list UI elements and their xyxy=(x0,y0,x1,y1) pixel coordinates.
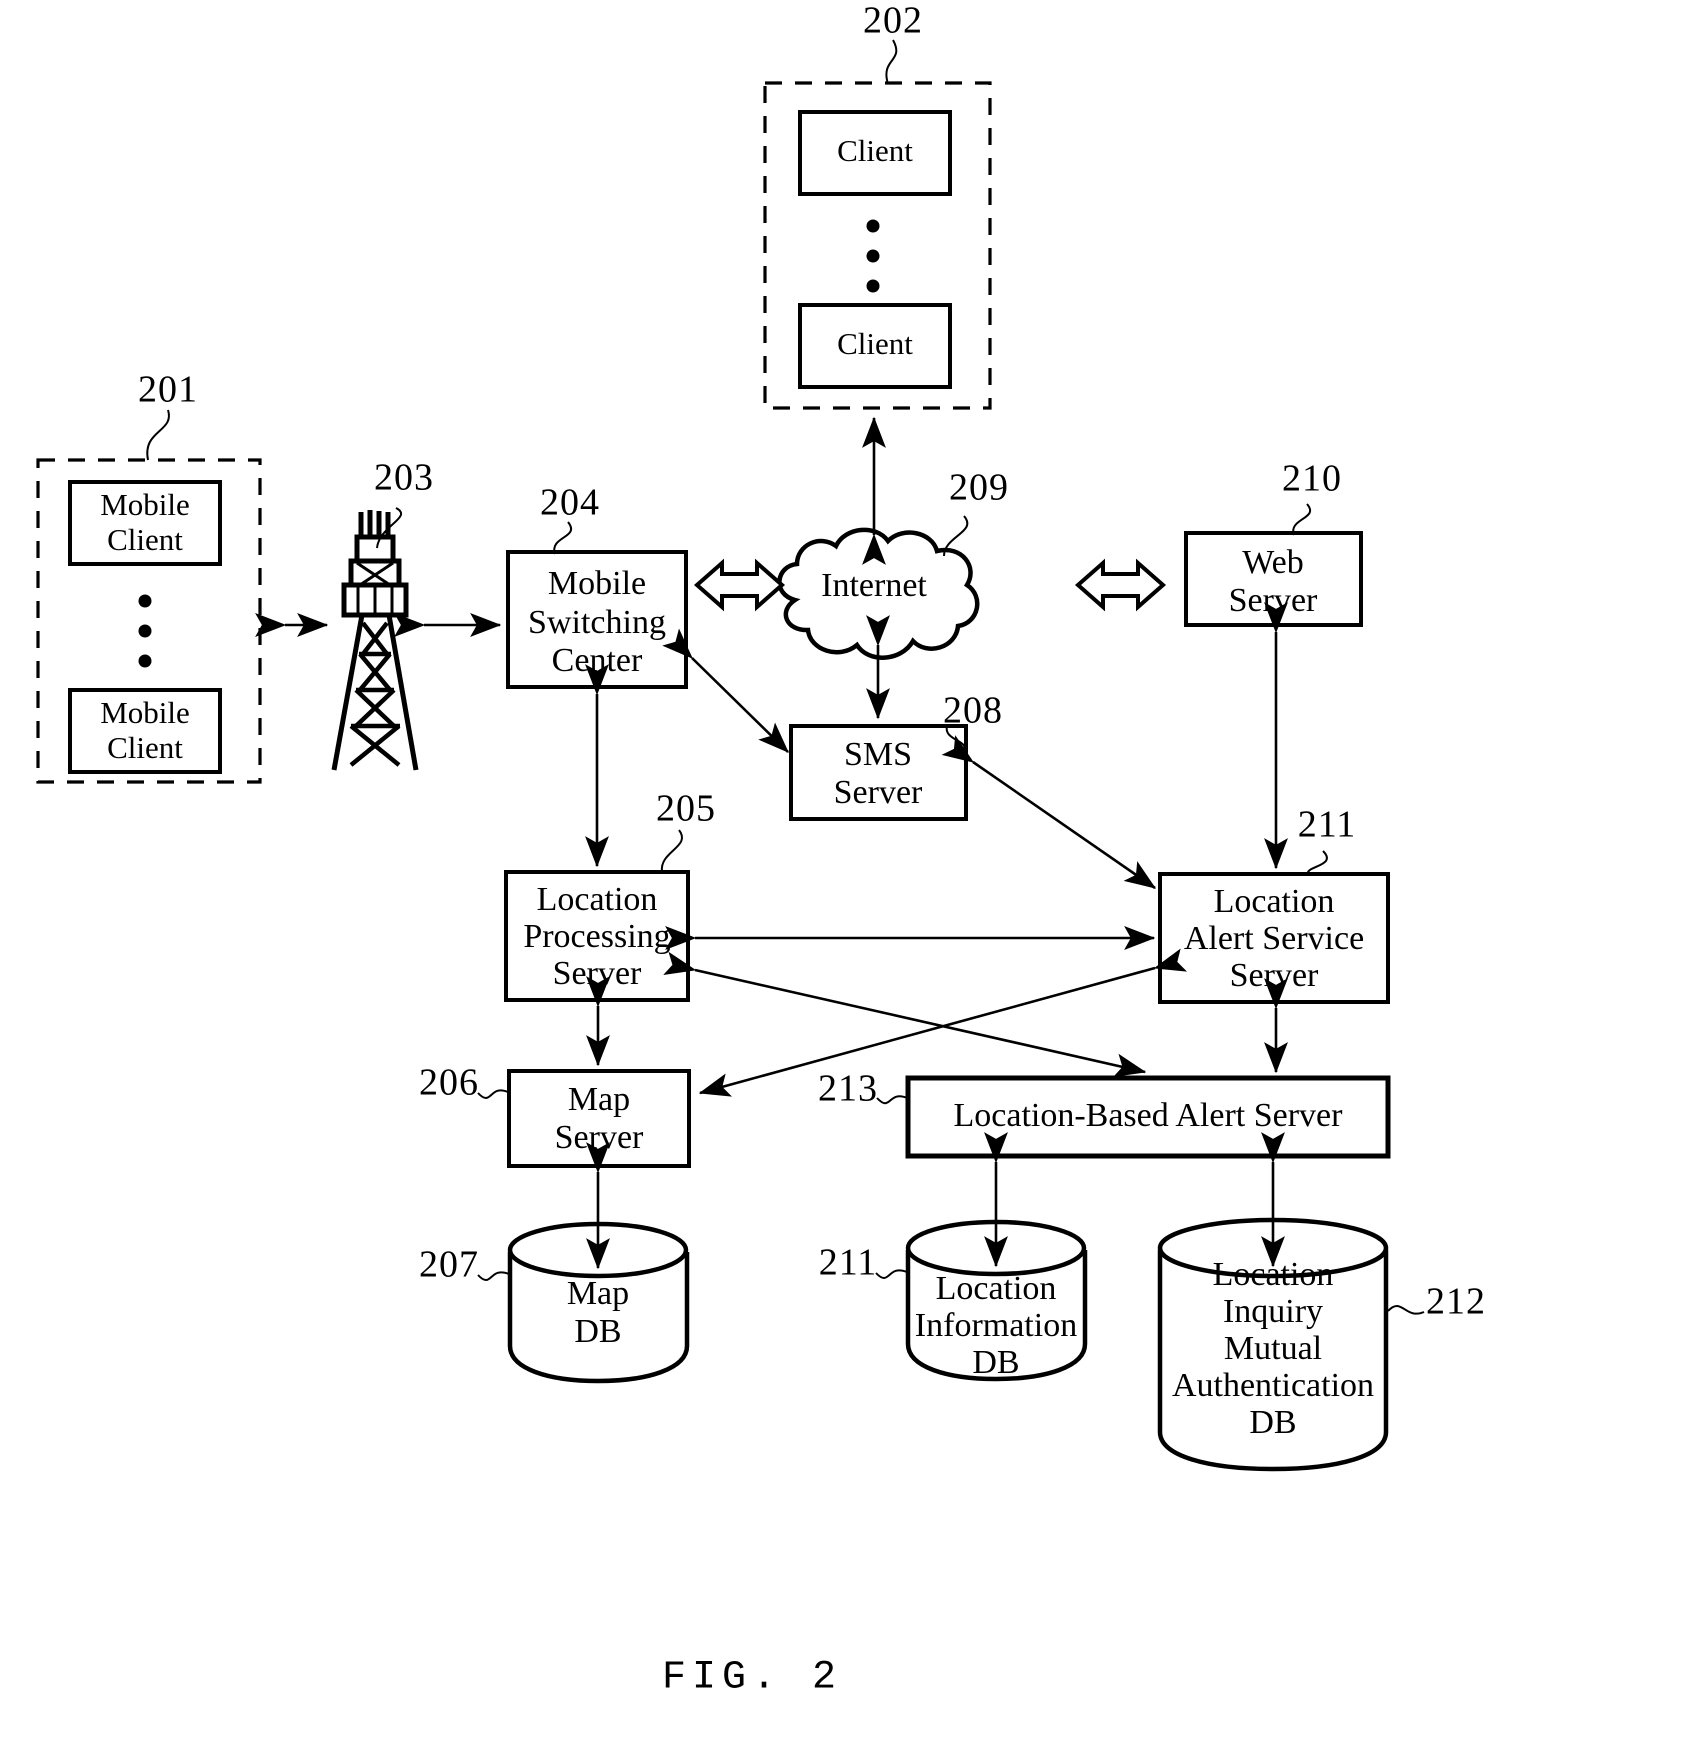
tower-mast xyxy=(331,614,419,771)
lidb-label-2: Information xyxy=(915,1307,1077,1344)
sms-server-label-1: SMS xyxy=(844,736,912,773)
conn-lps-lbas xyxy=(663,951,1147,1078)
ref-numeral-211-server: 211 xyxy=(1298,804,1357,846)
mobile-client-group: Mobile Client Mobile Client 201 xyxy=(36,369,262,784)
ref-201-leader xyxy=(146,409,170,461)
client-group: Client Client 202 xyxy=(763,0,992,410)
client-top-label: Client xyxy=(837,133,913,168)
lps-label-3: Server xyxy=(553,955,642,992)
lps-label-2: Processing xyxy=(523,918,670,955)
sms-server-label-2: Server xyxy=(834,774,923,811)
conn-internet-webserver xyxy=(1074,558,1167,612)
mobile-client-ellipsis xyxy=(138,594,152,668)
msc-label-3: Center xyxy=(552,642,643,679)
ref-numeral-201: 201 xyxy=(138,369,198,411)
ref-206-leader xyxy=(477,1089,509,1099)
map-server-label-2: Server xyxy=(555,1119,644,1156)
mobile-client-top[interactable]: Mobile Client xyxy=(68,480,222,566)
location-processing-server[interactable]: Location Processing Server 205 xyxy=(504,788,716,1002)
map-db-label-1: Map xyxy=(567,1275,629,1312)
location-information-db[interactable]: Location Information DB 211 xyxy=(819,1219,1088,1382)
mobile-client-bottom-label-2: Client xyxy=(107,730,183,765)
msc-label-2: Switching xyxy=(528,604,666,641)
msc-label-1: Mobile xyxy=(548,565,646,602)
client-top[interactable]: Client xyxy=(798,110,952,196)
tower-antenna xyxy=(341,510,409,618)
location-based-alert-server[interactable]: Location-Based Alert Server 213 xyxy=(818,1068,1391,1159)
mobile-switching-center[interactable]: Mobile Switching Center 204 xyxy=(506,482,688,689)
ref-numeral-212: 212 xyxy=(1426,1281,1486,1323)
internet-label: Internet xyxy=(821,567,927,604)
limadb-label-4: Authentication xyxy=(1172,1367,1374,1404)
ref-numeral-207: 207 xyxy=(419,1244,479,1286)
ref-211-db-leader xyxy=(875,1269,908,1279)
ref-numeral-213: 213 xyxy=(818,1068,878,1110)
ref-numeral-204: 204 xyxy=(540,482,600,524)
limadb-label-5: DB xyxy=(1249,1404,1296,1441)
mobile-client-top-label-2: Client xyxy=(107,522,183,557)
map-db[interactable]: Map DB 207 xyxy=(419,1221,690,1384)
ref-204-leader xyxy=(553,521,572,555)
location-alert-service-server[interactable]: Location Alert Service Server 211 xyxy=(1158,804,1390,1004)
lidb-label-3: DB xyxy=(972,1344,1019,1381)
ref-212-leader xyxy=(1387,1305,1425,1315)
lass-label-3: Server xyxy=(1230,957,1319,994)
client-bottom[interactable]: Client xyxy=(798,303,952,389)
ref-numeral-202: 202 xyxy=(863,0,923,42)
ref-202-leader xyxy=(885,39,898,85)
base-station-tower[interactable]: 203 xyxy=(331,457,434,771)
ref-213-leader xyxy=(876,1095,908,1105)
ref-205-leader xyxy=(660,829,683,873)
map-db-label-2: DB xyxy=(574,1313,621,1350)
figure-root: Mobile Client Mobile Client 201 Client C… xyxy=(0,0,1705,1760)
ref-numeral-205: 205 xyxy=(656,788,716,830)
client-ellipsis xyxy=(866,219,880,293)
web-server[interactable]: Web Server 210 xyxy=(1184,458,1363,627)
ref-numeral-206: 206 xyxy=(419,1062,479,1104)
location-inquiry-mutual-authentication-db[interactable]: Location Inquiry Mutual Authentication D… xyxy=(1157,1217,1486,1472)
ref-211-server-leader xyxy=(1307,850,1328,875)
ref-numeral-211-db: 211 xyxy=(819,1242,878,1284)
conn-msc-sms xyxy=(662,628,789,753)
ref-numeral-209: 209 xyxy=(949,467,1009,509)
patent-figure-svg: Mobile Client Mobile Client 201 Client C… xyxy=(36,0,1486,1701)
ref-numeral-210: 210 xyxy=(1282,458,1342,500)
conn-sms-lass xyxy=(941,735,1157,890)
lbas-label: Location-Based Alert Server xyxy=(954,1097,1344,1134)
web-server-label-1: Web xyxy=(1242,544,1303,581)
figure-caption: FIG. 2 xyxy=(662,1656,842,1701)
mobile-client-bottom[interactable]: Mobile Client xyxy=(68,688,222,774)
client-bottom-label: Client xyxy=(837,326,913,361)
mobile-client-top-label-1: Mobile xyxy=(100,487,190,522)
map-server-label-1: Map xyxy=(568,1081,630,1118)
limadb-label-2: Inquiry xyxy=(1223,1293,1323,1330)
lass-label-1: Location xyxy=(1214,883,1335,920)
limadb-label-3: Mutual xyxy=(1224,1330,1322,1367)
mobile-client-bottom-label-1: Mobile xyxy=(100,695,190,730)
map-server[interactable]: Map Server 206 xyxy=(419,1062,691,1168)
internet-cloud[interactable]: Internet 209 xyxy=(777,467,1009,660)
ref-numeral-203: 203 xyxy=(374,457,434,499)
web-server-label-2: Server xyxy=(1229,582,1318,619)
lidb-label-1: Location xyxy=(936,1270,1057,1307)
ref-207-leader xyxy=(477,1271,510,1281)
conn-msc-internet xyxy=(693,558,786,612)
ref-numeral-208: 208 xyxy=(943,690,1003,732)
sms-server[interactable]: SMS Server 208 xyxy=(789,690,1003,821)
ref-210-leader xyxy=(1292,503,1311,536)
lass-label-2: Alert Service xyxy=(1184,920,1364,957)
lps-label-1: Location xyxy=(537,881,658,918)
